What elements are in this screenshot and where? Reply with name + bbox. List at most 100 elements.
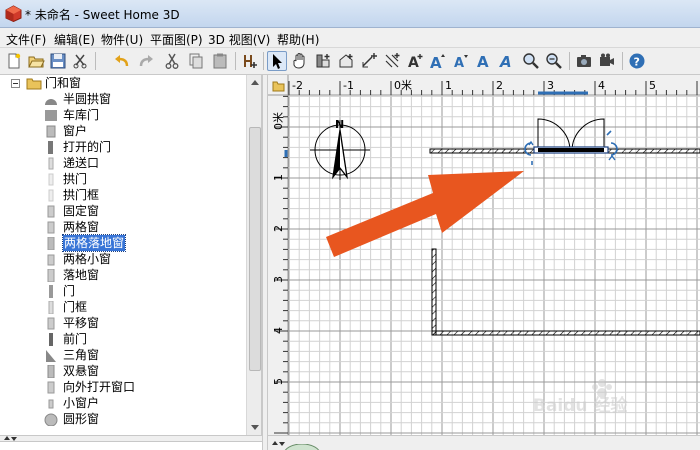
tree-item[interactable]: 打开的门 [0, 139, 246, 155]
window-title: * 未命名 - Sweet Home 3D [25, 8, 180, 22]
ruler-x-label: -1 [343, 79, 354, 92]
create-labels-icon[interactable] [382, 51, 402, 71]
tree-item-label: 门框 [63, 300, 88, 314]
collapse-up-icon[interactable] [4, 436, 10, 440]
save-icon[interactable] [48, 51, 68, 71]
tree-item[interactable]: 窗户 [0, 123, 246, 139]
italic-icon[interactable]: A [497, 51, 517, 71]
left-wall[interactable] [431, 248, 437, 336]
tree-item[interactable]: 递送口 [0, 155, 246, 171]
tree-item[interactable]: 两格小窗 [0, 251, 246, 267]
tree-item[interactable]: 两格落地窗 [0, 234, 246, 252]
menu-plan[interactable]: 平面图(P) [148, 30, 205, 49]
redo-icon[interactable] [136, 51, 156, 71]
select-icon[interactable] [267, 51, 287, 71]
tree-item[interactable]: 前门 [0, 331, 246, 347]
add-furniture-icon[interactable] [240, 51, 260, 71]
toolbar: A A A A A ? [0, 48, 700, 75]
tree-item[interactable]: 三角窗 [0, 347, 246, 363]
tree-item[interactable]: 半圆拱窗 [0, 91, 246, 107]
zoom-in-icon[interactable] [521, 51, 541, 71]
scroll-down-icon[interactable] [251, 425, 259, 430]
furniture-thumbnail-icon [48, 141, 53, 154]
ruler-y-label: 5 [272, 378, 285, 385]
tree-category-row[interactable]: 门和窗 [0, 75, 246, 91]
help-icon[interactable]: ? [627, 51, 647, 71]
scrollbar-thumb[interactable] [249, 127, 261, 371]
furniture-thumbnail-icon [48, 173, 54, 186]
furniture-thumbnail-icon [45, 99, 57, 105]
furniture-thumbnail-icon [49, 333, 53, 346]
cut-tool-icon[interactable] [70, 51, 90, 71]
tree-item-label: 打开的门 [63, 140, 112, 154]
menu-help[interactable]: 帮助(H) [275, 30, 321, 49]
create-walls-icon[interactable] [313, 51, 333, 71]
new-icon[interactable] [4, 51, 24, 71]
furniture-thumbnail-icon [48, 301, 54, 314]
bottom-wall[interactable] [431, 330, 700, 336]
toolbar-separator [235, 52, 236, 70]
menu-file[interactable]: 文件(F) [4, 30, 48, 49]
photo-icon[interactable] [574, 51, 594, 71]
tree-item[interactable]: 拱门 [0, 171, 246, 187]
increase-text-icon[interactable]: A [428, 51, 448, 71]
tree-item[interactable]: 门框 [0, 299, 246, 315]
plan-grid [288, 95, 700, 435]
tree-item-label: 两格落地窗 [61, 234, 127, 252]
ruler-y-label: 0米 [272, 112, 285, 130]
tree-item[interactable]: 小窗户 [0, 395, 246, 411]
navigation-arrows-icon[interactable] [282, 444, 322, 450]
pan-icon[interactable] [290, 51, 310, 71]
tree-item[interactable]: 固定窗 [0, 203, 246, 219]
3d-view-pane [268, 435, 700, 450]
menu-furniture[interactable]: 物件(U) [99, 30, 145, 49]
toolbar-separator [622, 52, 623, 70]
ruler-x-label: 4 [598, 79, 605, 92]
tree-item[interactable]: 圆形窗 [0, 411, 246, 427]
furniture-thumbnail-icon [47, 365, 55, 378]
open-icon[interactable] [26, 51, 46, 71]
pointer-arrow [326, 171, 524, 257]
watermark: Baidu 经验 [533, 379, 628, 416]
tree-item[interactable]: 两格窗 [0, 219, 246, 235]
zoom-out-icon[interactable] [544, 51, 564, 71]
tree-item-label: 窗户 [63, 124, 88, 138]
svg-text:A: A [408, 55, 419, 70]
toolbar-separator [263, 52, 264, 70]
furniture-catalog-tree: 门和窗 半圆拱窗 车库门 窗户打开的门 递送口 拱门 拱门框 固定窗 两格窗 两格落地窗 两格小窗… [0, 75, 262, 435]
ruler-x-label: 5 [649, 79, 656, 92]
ruler-x-label: 2 [496, 79, 503, 92]
copy-icon[interactable] [186, 51, 206, 71]
add-text-icon[interactable]: A [405, 51, 425, 71]
ruler-x-label: 3 [547, 79, 554, 92]
menu-edit[interactable]: 编辑(E) [52, 30, 97, 49]
tree-item[interactable]: 双悬窗 [0, 363, 246, 379]
furniture-thumbnail-icon [47, 269, 55, 282]
ruler-y-label: 2 [272, 225, 285, 232]
furniture-thumbnail-icon [47, 205, 55, 218]
tree-item[interactable]: 向外打开窗口 [0, 379, 246, 395]
video-icon[interactable] [597, 51, 617, 71]
plan-canvas[interactable]: -2-10米123456 0米12345 N [268, 75, 700, 435]
undo-icon[interactable] [112, 51, 132, 71]
create-rooms-icon[interactable] [336, 51, 356, 71]
furniture-thumbnail-icon [47, 317, 55, 330]
paste-icon[interactable] [210, 51, 230, 71]
create-dimensions-icon[interactable] [359, 51, 379, 71]
tree-item[interactable]: 落地窗 [0, 267, 246, 283]
tree-item[interactable]: 拱门框 [0, 187, 246, 203]
selected-window[interactable] [524, 118, 618, 165]
menu-3d-view[interactable]: 3D 视图(V) [206, 30, 272, 49]
tree-item[interactable]: 门 [0, 283, 246, 299]
plan-view[interactable]: -2-10米123456 0米12345 N [268, 75, 700, 435]
tree-item[interactable]: 平移窗 [0, 315, 246, 331]
tree-scrollbar[interactable] [246, 75, 261, 435]
scroll-up-icon[interactable] [251, 80, 259, 85]
cut-icon[interactable] [162, 51, 182, 71]
decrease-text-icon[interactable]: A [451, 51, 471, 71]
bold-icon[interactable]: A [474, 51, 494, 71]
tree-item-label: 双悬窗 [63, 364, 100, 378]
furniture-thumbnail-icon [48, 189, 54, 202]
collapse-up-icon[interactable] [272, 441, 278, 445]
tree-item[interactable]: 车库门 [0, 107, 246, 123]
